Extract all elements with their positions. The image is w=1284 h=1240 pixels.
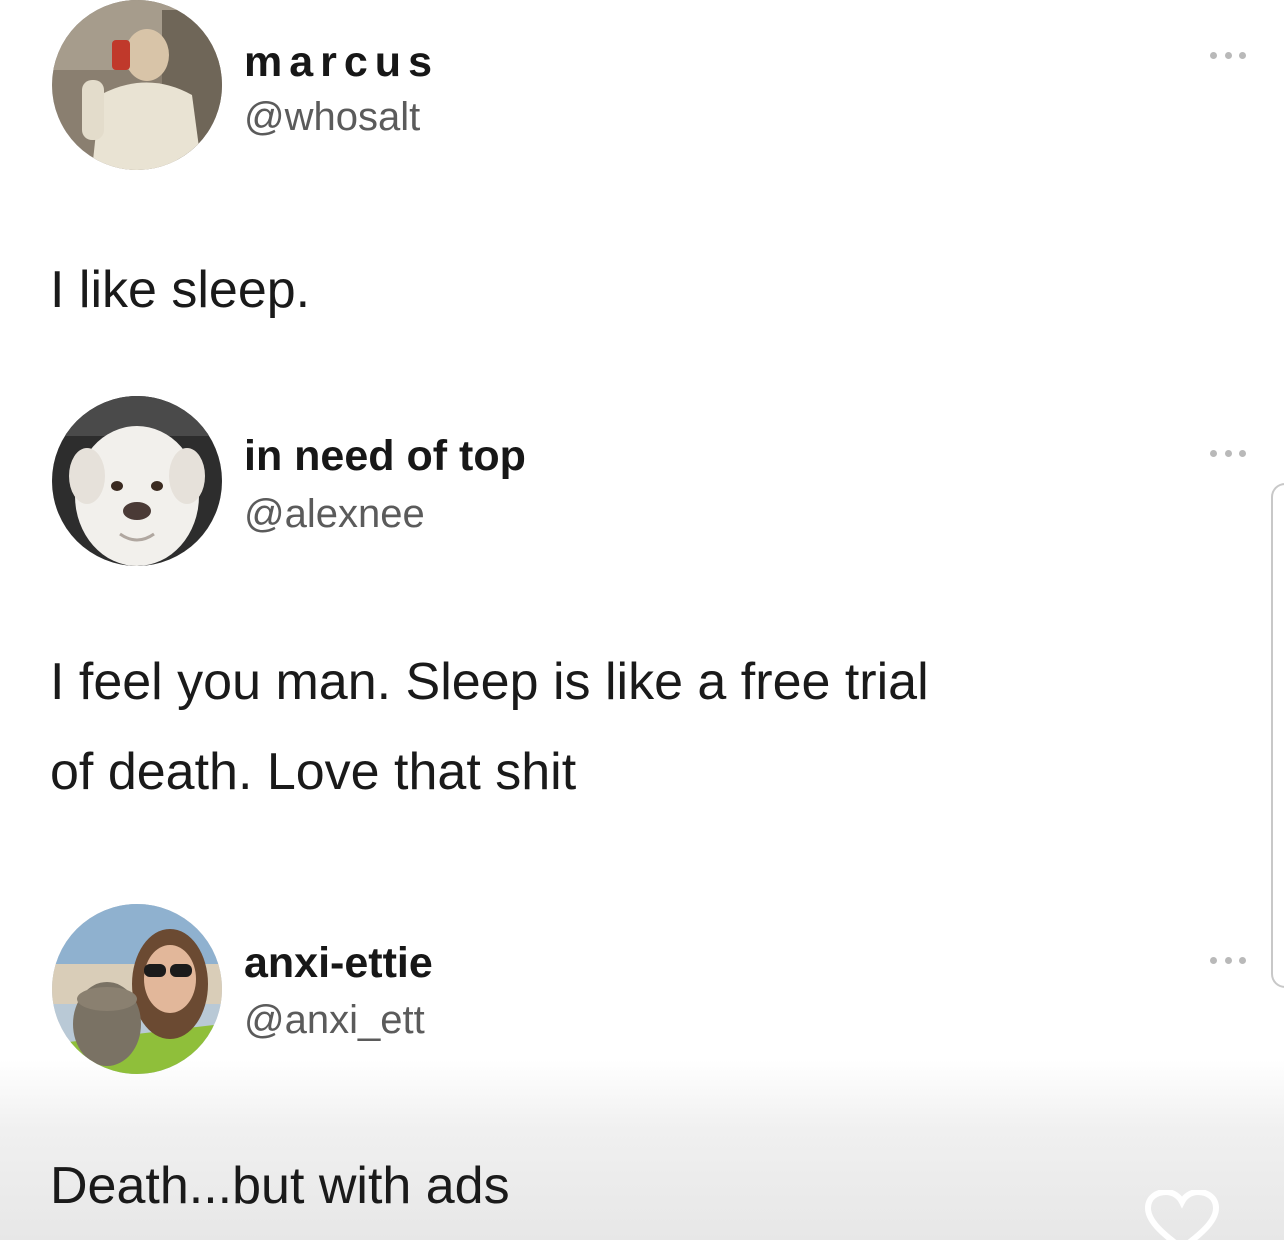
scroll-indicator[interactable] (1271, 483, 1284, 988)
tweet-text: I like sleep. (50, 261, 311, 319)
more-options-icon[interactable] (1210, 448, 1246, 458)
avatar-anxi-ettie[interactable] (52, 904, 222, 1074)
feed: marcus @whosalt I like sleep. in need of… (0, 0, 1284, 1240)
display-name[interactable]: anxi-ettie (244, 939, 433, 988)
more-options-icon[interactable] (1210, 50, 1246, 60)
user-handle[interactable]: @anxi_ett (244, 998, 425, 1043)
display-name[interactable]: in need of top (244, 432, 526, 481)
more-options-icon[interactable] (1210, 955, 1246, 965)
heart-icon[interactable] (1140, 1190, 1224, 1240)
user-handle[interactable]: @whosalt (244, 95, 420, 140)
user-handle[interactable]: @alexnee (244, 492, 425, 537)
avatar-marcus[interactable] (52, 0, 222, 170)
display-name[interactable]: marcus (244, 38, 439, 87)
tweet-text-line-2: of death. Love that shit (50, 743, 577, 801)
tweet-text-line-1: I feel you man. Sleep is like a free tri… (50, 653, 929, 711)
avatar-in-need-of-top[interactable] (52, 396, 222, 566)
tweet-text: Death...but with ads (50, 1157, 510, 1215)
